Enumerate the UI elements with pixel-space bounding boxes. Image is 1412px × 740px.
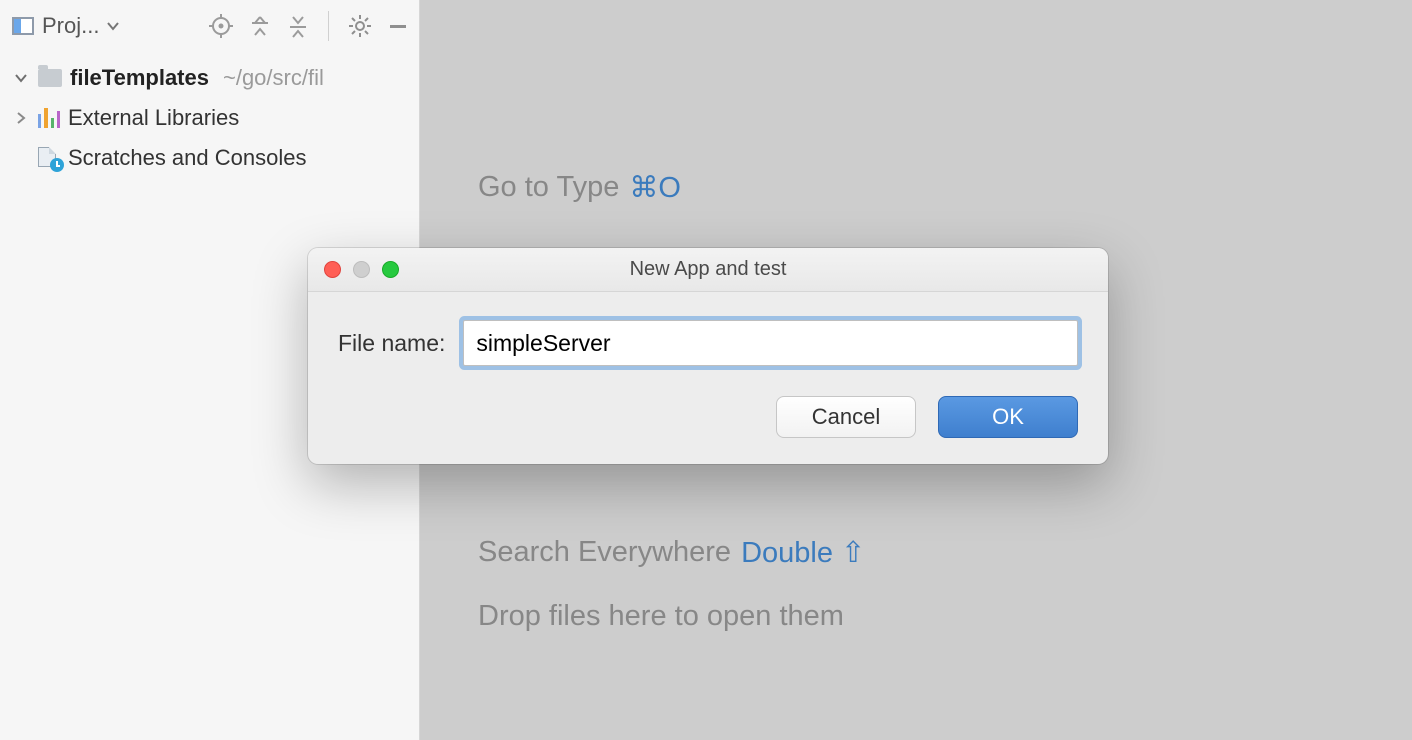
folder-icon <box>38 69 62 87</box>
chevron-down-icon[interactable] <box>12 71 30 85</box>
hint-go-to-type: Go to Type ⌘O <box>478 170 865 205</box>
dialog-body: File name: <box>308 292 1108 376</box>
project-tree: fileTemplates ~/go/src/fil External Libr… <box>0 52 419 178</box>
dialog-titlebar[interactable]: New App and test <box>308 248 1108 292</box>
hint-search-everywhere: Search Everywhere Double ⇧ <box>478 535 865 570</box>
hint-text: Go to Type <box>478 171 619 204</box>
dialog-title: New App and test <box>308 258 1108 281</box>
minimize-window-icon <box>353 261 370 278</box>
minimize-icon[interactable] <box>387 15 409 37</box>
ok-button[interactable]: OK <box>938 396 1078 438</box>
dialog-buttons: Cancel OK <box>308 376 1108 464</box>
new-file-dialog: New App and test File name: Cancel OK <box>308 248 1108 464</box>
cancel-button[interactable]: Cancel <box>776 396 916 438</box>
maximize-window-icon[interactable] <box>382 261 399 278</box>
chevron-down-icon <box>107 21 119 31</box>
collapse-all-icon[interactable] <box>286 14 310 38</box>
sidebar-toolbar: Proj... <box>0 0 419 52</box>
window-controls <box>308 261 399 278</box>
hint-drop-files: Drop files here to open them <box>478 600 865 633</box>
hint-shortcut: Double ⇧ <box>741 535 865 570</box>
expand-all-icon[interactable] <box>248 14 272 38</box>
tree-root-node[interactable]: fileTemplates ~/go/src/fil <box>0 58 419 98</box>
scratch-icon <box>38 147 60 169</box>
hint-text: Drop files here to open them <box>478 600 844 633</box>
hint-text: Search Everywhere <box>478 536 731 569</box>
toolbar-separator <box>328 11 329 41</box>
tree-external-libraries[interactable]: External Libraries <box>0 98 419 138</box>
hint-shortcut: ⌘O <box>629 170 681 205</box>
chevron-right-icon[interactable] <box>12 111 30 125</box>
library-icon <box>38 108 60 128</box>
target-icon[interactable] <box>208 13 234 39</box>
gear-icon[interactable] <box>347 13 373 39</box>
tree-node-label: External Libraries <box>68 105 239 131</box>
tree-node-label: fileTemplates <box>70 65 209 91</box>
project-view-selector[interactable]: Proj... <box>12 13 119 39</box>
tree-node-path: ~/go/src/fil <box>223 65 324 91</box>
tree-scratches[interactable]: · Scratches and Consoles <box>0 138 419 178</box>
project-view-label: Proj... <box>42 13 99 39</box>
close-icon[interactable] <box>324 261 341 278</box>
filename-label: File name: <box>338 330 445 357</box>
tree-node-label: Scratches and Consoles <box>68 145 306 171</box>
filename-input[interactable] <box>463 320 1078 366</box>
editor-empty-area: Go to Type ⌘O Search Everywhere Double ⇧… <box>420 0 1412 740</box>
window-icon <box>12 17 34 35</box>
